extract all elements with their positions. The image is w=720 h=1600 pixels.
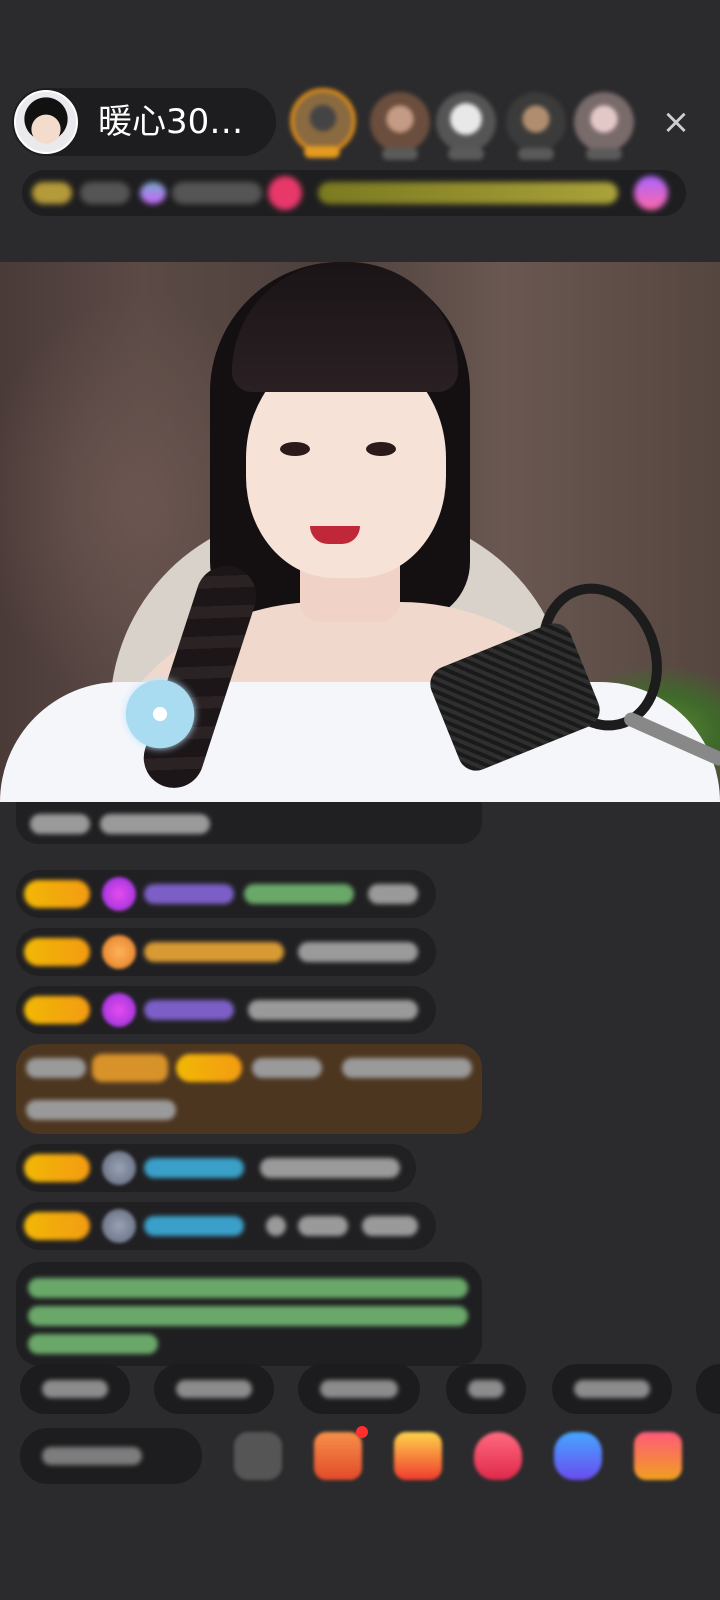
more-gifts-icon[interactable] xyxy=(634,1432,682,1480)
chat-text xyxy=(298,1216,348,1236)
chat-text xyxy=(266,1216,286,1236)
level-badge xyxy=(24,1212,90,1240)
top-viewer-avatar-5[interactable] xyxy=(574,92,634,160)
quick-reply-chip[interactable] xyxy=(154,1364,274,1414)
room-info-bar[interactable] xyxy=(22,170,686,216)
chat-text xyxy=(100,814,210,834)
level-badge xyxy=(176,1054,242,1082)
chat-message[interactable] xyxy=(16,1144,416,1192)
chat-text xyxy=(248,1000,418,1020)
notice-text xyxy=(28,1334,158,1354)
chat-username[interactable] xyxy=(252,1058,322,1078)
rank-text xyxy=(80,182,130,204)
chat-text xyxy=(30,814,90,834)
chat-prefix xyxy=(26,1058,86,1078)
chat-text xyxy=(260,1158,400,1178)
level-badge xyxy=(24,938,90,966)
chat-username[interactable] xyxy=(144,942,284,962)
chat-username[interactable] xyxy=(144,1216,244,1236)
quick-reply-chip[interactable] xyxy=(446,1364,526,1414)
chat-username[interactable] xyxy=(144,1000,234,1020)
chat-message[interactable] xyxy=(16,986,436,1034)
close-icon: × xyxy=(661,102,691,142)
rank-badge-icon xyxy=(32,182,72,204)
scrolling-notice[interactable] xyxy=(318,182,618,204)
top-viewer-avatar-3[interactable] xyxy=(436,92,496,160)
video-eye-right xyxy=(366,442,396,456)
chat-mention xyxy=(244,884,354,904)
quick-reply-chip[interactable] xyxy=(696,1364,720,1414)
chat-text xyxy=(26,1100,176,1120)
top-viewer-avatar-1[interactable] xyxy=(290,88,356,158)
host-info-pill[interactable]: 暖心30… xyxy=(12,88,276,156)
shop-icon[interactable] xyxy=(314,1432,362,1480)
pk-icon xyxy=(268,176,302,210)
game-icon[interactable] xyxy=(554,1432,602,1480)
top-viewer-avatar-4[interactable] xyxy=(506,92,566,160)
fan-badge-icon xyxy=(102,1209,136,1243)
host-avatar[interactable] xyxy=(14,90,78,154)
fan-badge-icon xyxy=(102,1151,136,1185)
comment-input[interactable] xyxy=(20,1428,202,1484)
video-hair-front xyxy=(232,262,458,392)
fan-badge-icon xyxy=(102,993,136,1027)
hourly-list-icon xyxy=(140,182,166,204)
gift-box-icon[interactable] xyxy=(394,1432,442,1480)
quick-reply-chip[interactable] xyxy=(552,1364,672,1414)
video-eye-left xyxy=(280,442,310,456)
top-viewer-avatar-2[interactable] xyxy=(370,92,430,160)
emoji-icon[interactable] xyxy=(234,1432,282,1480)
chat-text xyxy=(298,942,418,962)
chat-text xyxy=(342,1058,472,1078)
gift-chat-message[interactable] xyxy=(16,1044,482,1134)
close-button[interactable]: × xyxy=(654,100,698,144)
notice-text xyxy=(28,1306,468,1326)
fan-badge-icon xyxy=(102,877,136,911)
level-badge xyxy=(24,1154,90,1182)
level-badge xyxy=(24,880,90,908)
live-video-frame[interactable] xyxy=(0,262,720,802)
chat-message[interactable] xyxy=(16,928,436,976)
chat-message[interactable] xyxy=(16,870,436,918)
activity-icon[interactable] xyxy=(634,176,668,210)
quick-reply-chip[interactable] xyxy=(20,1364,130,1414)
quick-reply-chip[interactable] xyxy=(298,1364,420,1414)
chat-message[interactable] xyxy=(16,802,482,844)
chat-username[interactable] xyxy=(144,1158,244,1178)
notification-dot xyxy=(356,1426,368,1438)
gift-badge-icon xyxy=(92,1054,168,1082)
notice-text xyxy=(28,1278,468,1298)
chat-username[interactable] xyxy=(144,884,234,904)
level-badge xyxy=(24,996,90,1024)
fan-badge-icon xyxy=(102,935,136,969)
chat-message[interactable] xyxy=(16,1202,436,1250)
host-name: 暖心30… xyxy=(98,102,244,142)
system-notice-message xyxy=(16,1262,482,1366)
chat-text xyxy=(368,884,418,904)
hourly-list-text xyxy=(172,182,262,204)
heart-icon[interactable] xyxy=(474,1432,522,1480)
chat-text xyxy=(362,1216,418,1236)
flower-hairpin xyxy=(120,674,200,754)
